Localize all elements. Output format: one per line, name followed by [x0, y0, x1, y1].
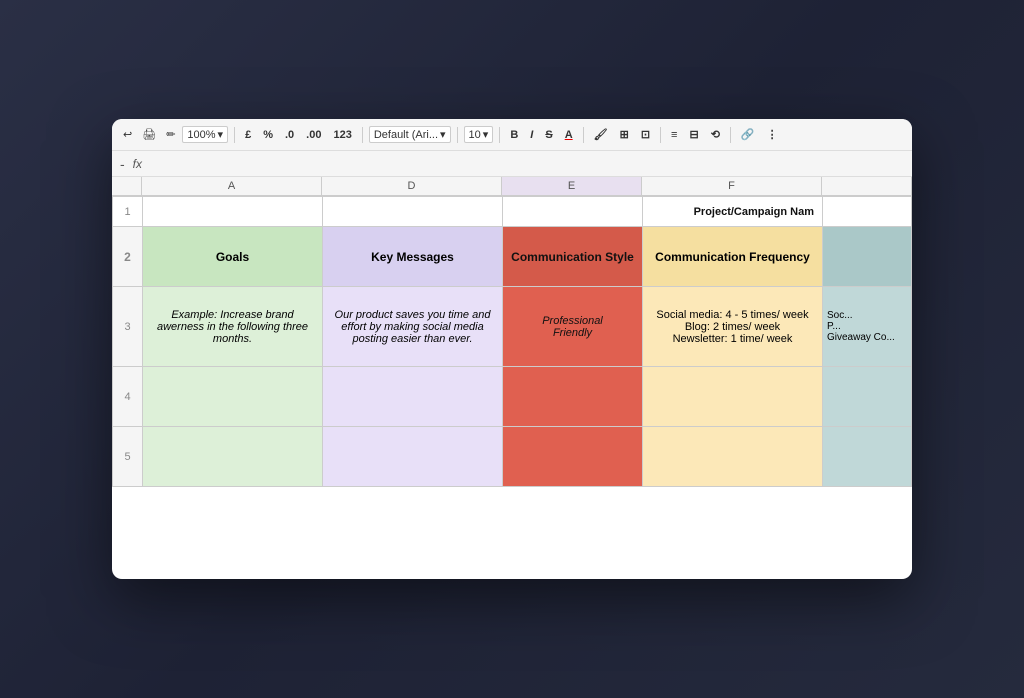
currency-btn[interactable]: £ [241, 128, 255, 142]
col-header-d[interactable]: D [322, 177, 502, 195]
zoom-chevron: ▾ [218, 128, 224, 141]
formula-bar: - fx [112, 151, 912, 177]
decimal1-btn[interactable]: .0 [281, 128, 298, 142]
italic-btn[interactable]: I [526, 128, 537, 142]
cell-key-messages-1[interactable]: Our product saves you time and effort by… [323, 287, 503, 367]
spreadsheet-table: 1 Project/Campaign Nam 2 Goals Key Messa… [112, 196, 912, 487]
col-header-a[interactable]: A [142, 177, 322, 195]
sep2 [362, 127, 363, 143]
formula-minus[interactable]: - [120, 156, 125, 172]
sep1 [234, 127, 235, 143]
empty-freq-2[interactable] [643, 427, 823, 487]
empty-row-1: 4 [113, 367, 912, 427]
title-empty-a [143, 197, 323, 227]
zoom-label: 100% [187, 129, 215, 141]
toolbar: ↩ 🖨 ✏ 100% ▾ £ % .0 .00 123 Default (Ari… [112, 119, 912, 151]
decimal2-btn[interactable]: .00 [302, 128, 325, 142]
link-btn[interactable]: 🔗 [737, 127, 759, 142]
spreadsheet-body: 1 Project/Campaign Nam 2 Goals Key Messa… [112, 196, 912, 579]
empty-style-2[interactable] [503, 427, 643, 487]
formula-fx: fx [133, 157, 142, 171]
header-key-messages[interactable]: Key Messages [323, 227, 503, 287]
sep7 [730, 127, 731, 143]
more-btn[interactable]: ⋮ [763, 127, 782, 142]
zoom-dropdown[interactable]: 100% ▾ [182, 126, 228, 143]
empty-key-2[interactable] [323, 427, 503, 487]
number-format-btn[interactable]: 123 [329, 128, 355, 142]
cell-comm-freq-1[interactable]: Social media: 4 - 5 times/ weekBlog: 2 t… [643, 287, 823, 367]
sep3 [457, 127, 458, 143]
sep5 [583, 127, 584, 143]
align-left-btn[interactable]: ≡ [667, 128, 681, 142]
row-number-header [112, 177, 142, 195]
font-family-dropdown[interactable]: Default (Ari... ▾ [369, 126, 451, 143]
header-goals[interactable]: Goals [143, 227, 323, 287]
paint-btn[interactable]: ✏ [163, 127, 178, 142]
empty-style-1[interactable] [503, 367, 643, 427]
row-num-5: 5 [113, 427, 143, 487]
title-empty-d [323, 197, 503, 227]
empty-freq-1[interactable] [643, 367, 823, 427]
empty-extra-1 [823, 367, 912, 427]
title-extra [823, 197, 912, 227]
percent-btn[interactable]: % [259, 128, 277, 142]
empty-row-2: 5 [113, 427, 912, 487]
cell-goals-1[interactable]: Example: Increase brand awerness in the … [143, 287, 323, 367]
align-center-btn[interactable]: ⊟ [685, 127, 702, 142]
col-header-e[interactable]: E [502, 177, 642, 195]
col-header-g[interactable] [822, 177, 912, 195]
header-comm-style[interactable]: Communication Style [503, 227, 643, 287]
empty-goals-1[interactable] [143, 367, 323, 427]
print-btn[interactable]: 🖨 [139, 127, 159, 142]
highlight-btn[interactable]: 🖌 [590, 127, 612, 142]
cell-comm-style-1[interactable]: ProfessionalFriendly [503, 287, 643, 367]
empty-key-1[interactable] [323, 367, 503, 427]
bold-btn[interactable]: B [506, 128, 522, 142]
borders-btn[interactable]: ⊞ [616, 127, 633, 142]
spreadsheet-window: ↩ 🖨 ✏ 100% ▾ £ % .0 .00 123 Default (Ari… [112, 119, 912, 579]
row-num-3: 3 [113, 287, 143, 367]
undo-btn[interactable]: ↩ [120, 127, 135, 142]
sep6 [660, 127, 661, 143]
sep4 [499, 127, 500, 143]
title-empty-e [503, 197, 643, 227]
formula-input[interactable] [150, 157, 904, 171]
font-chevron: ▾ [440, 128, 446, 141]
font-size-dropdown[interactable]: 10 ▾ [464, 126, 494, 143]
title-row: 1 Project/Campaign Nam [113, 197, 912, 227]
strikethrough-btn[interactable]: S [541, 128, 556, 142]
extra-text: Soc...P...Giveaway Co... [827, 310, 895, 343]
header-row: 2 Goals Key Messages Communication Style… [113, 227, 912, 287]
cell-extra-1: Soc...P...Giveaway Co... [823, 287, 912, 367]
project-title: Project/Campaign Nam [643, 197, 823, 227]
header-comm-freq[interactable]: Communication Frequency [643, 227, 823, 287]
header-extra [823, 227, 912, 287]
font-color-btn[interactable]: A [561, 128, 577, 142]
merge-btn[interactable]: ⊡ [637, 127, 654, 142]
empty-extra-2 [823, 427, 912, 487]
data-row-1: 3 Example: Increase brand awerness in th… [113, 287, 912, 367]
row-num-4: 4 [113, 367, 143, 427]
font-size-chevron: ▾ [483, 128, 489, 141]
text-rotate-btn[interactable]: ⟲ [707, 127, 724, 142]
col-header-f[interactable]: F [642, 177, 822, 195]
empty-goals-2[interactable] [143, 427, 323, 487]
comm-freq-text: Social media: 4 - 5 times/ weekBlog: 2 t… [656, 309, 808, 345]
column-headers: A D E F [112, 177, 912, 196]
row-num-1: 1 [113, 197, 143, 227]
row-num-2: 2 [113, 227, 143, 287]
comm-style-text: ProfessionalFriendly [542, 315, 603, 339]
font-size-label: 10 [469, 129, 481, 141]
font-family-label: Default (Ari... [374, 129, 438, 141]
